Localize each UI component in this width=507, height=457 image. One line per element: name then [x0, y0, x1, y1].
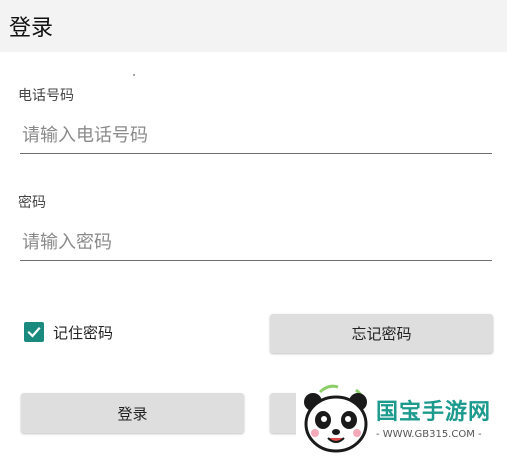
- login-button[interactable]: 登录: [21, 393, 244, 433]
- checkbox-box[interactable]: [24, 322, 44, 342]
- decorative-dot: [133, 74, 135, 76]
- remember-password-checkbox[interactable]: 记住密码: [24, 320, 113, 344]
- forgot-password-button[interactable]: 忘记密码: [270, 314, 493, 353]
- phone-input[interactable]: [22, 119, 482, 151]
- watermark: 国宝手游网 - WWW.GB315.COM -: [296, 382, 507, 457]
- checkmark-icon: [27, 326, 41, 338]
- password-label: 密码: [18, 195, 46, 211]
- password-input[interactable]: [22, 226, 482, 258]
- phone-label: 电话号码: [18, 88, 74, 104]
- watermark-brand: 国宝手游网: [376, 400, 492, 425]
- password-field: [20, 226, 492, 261]
- page-title: 登录: [9, 16, 54, 41]
- phone-field: [20, 119, 492, 154]
- watermark-url: - WWW.GB315.COM -: [376, 429, 482, 440]
- app-bar: 登录: [0, 0, 507, 52]
- remember-password-label: 记住密码: [53, 323, 114, 342]
- panda-logo-icon: [304, 384, 368, 453]
